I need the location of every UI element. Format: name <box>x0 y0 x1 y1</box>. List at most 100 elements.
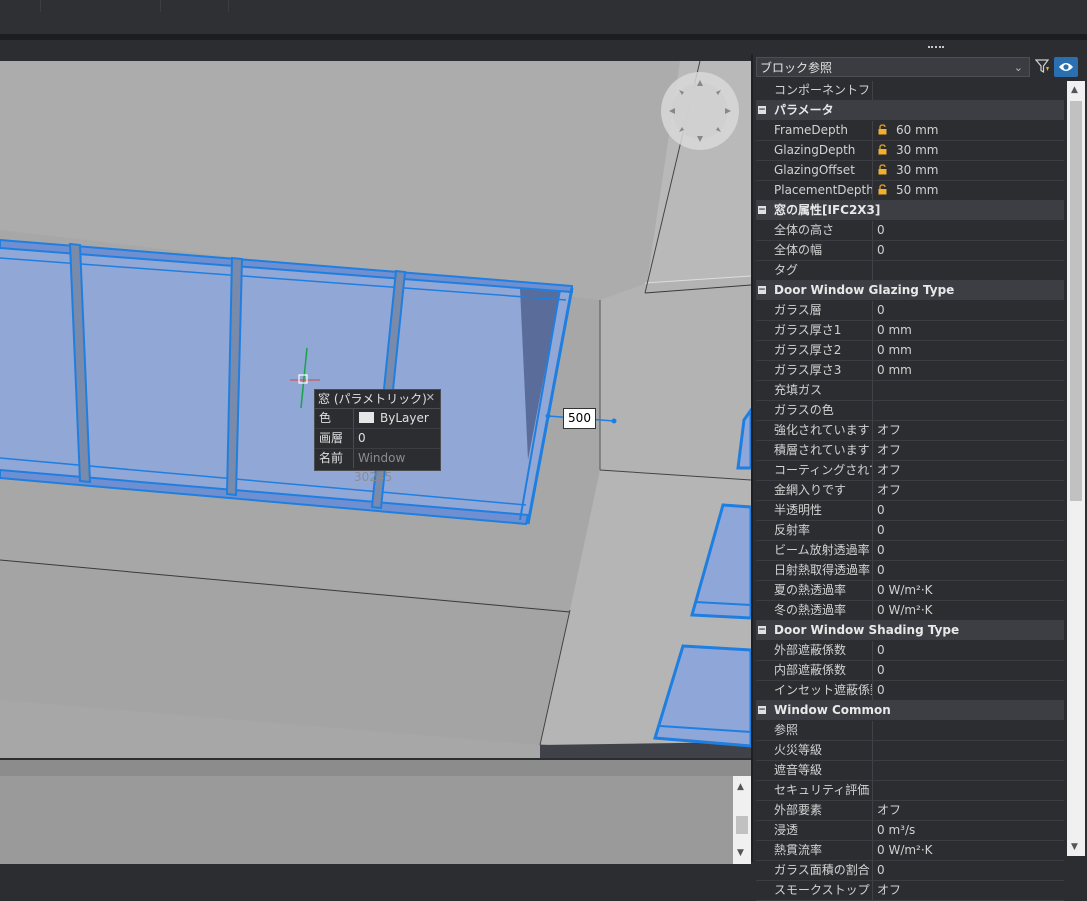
quad-value: 0 <box>358 431 366 445</box>
dimension-input[interactable]: 500 <box>563 408 596 429</box>
property-row: コーティングされていますオフ <box>756 461 1064 481</box>
console-history[interactable] <box>0 776 733 864</box>
property-value[interactable] <box>872 81 1069 100</box>
property-value[interactable]: オフ <box>872 421 1069 440</box>
ribbon-separator <box>40 0 41 12</box>
lock-icon[interactable] <box>877 164 888 175</box>
property-value[interactable] <box>872 761 1069 780</box>
scroll-down-icon[interactable]: ▼ <box>737 848 744 858</box>
property-value[interactable]: 0 <box>872 861 1069 880</box>
property-value[interactable]: 30 mm <box>872 141 1069 160</box>
quad-row: 名前 Window 30245 <box>315 449 440 484</box>
property-value-text: 0 W/m²·K <box>877 603 933 617</box>
lock-icon[interactable] <box>877 124 888 135</box>
property-row: 日射熱取得透過率 0 <box>756 561 1064 581</box>
property-value[interactable] <box>872 381 1069 400</box>
console-scrollbar[interactable]: ▲ ▼ <box>733 776 751 864</box>
property-value[interactable]: 0 <box>872 641 1069 660</box>
property-row: ガラス厚さ2 0 mm <box>756 341 1064 361</box>
property-value[interactable]: 0 mm <box>872 341 1069 360</box>
selection-dropdown[interactable]: ブロック参照 ⌄ <box>756 57 1030 77</box>
property-value[interactable]: 0 <box>872 521 1069 540</box>
close-icon[interactable]: ✕ <box>426 391 435 404</box>
properties-scrollbar[interactable]: ▲ ▼ <box>1067 81 1085 856</box>
property-value[interactable]: 0 <box>872 241 1069 260</box>
property-value[interactable]: オフ <box>872 441 1069 460</box>
property-value[interactable]: 0 <box>872 661 1069 680</box>
property-value-text: 0 m³/s <box>877 823 916 837</box>
property-name: FrameDepth <box>774 123 848 137</box>
property-value[interactable] <box>872 721 1069 740</box>
property-value[interactable]: オフ <box>872 481 1069 500</box>
property-value[interactable]: オフ <box>872 801 1069 820</box>
lock-icon[interactable] <box>877 184 888 195</box>
property-value[interactable]: 60 mm <box>872 121 1069 140</box>
property-row: GlazingOffset 30 mm <box>756 161 1064 181</box>
property-category[interactable]: − Door Window Shading Type <box>756 621 1064 641</box>
property-value[interactable]: 0 <box>872 681 1069 700</box>
property-value[interactable] <box>872 401 1069 420</box>
scrollbar-thumb[interactable] <box>736 816 748 834</box>
panel-grip-handle[interactable] <box>928 46 944 51</box>
property-value[interactable]: 0 mm <box>872 361 1069 380</box>
property-value[interactable]: オフ <box>872 881 1069 900</box>
collapse-icon[interactable]: − <box>758 286 766 295</box>
property-row: ガラス厚さ3 0 mm <box>756 361 1064 381</box>
quad-value-color[interactable]: ByLayer <box>353 409 429 428</box>
property-value[interactable]: 0 W/m²·K <box>872 841 1069 860</box>
property-value[interactable]: 30 mm <box>872 161 1069 180</box>
property-value[interactable]: 0 <box>872 541 1069 560</box>
property-name: ガラス厚さ3 <box>774 363 842 377</box>
property-name: 全体の高さ <box>774 223 835 237</box>
property-value[interactable] <box>872 741 1069 760</box>
property-value-text: 0 mm <box>877 363 912 377</box>
quad-properties-tooltip: 窓 (パラメトリック) ✕ 色 ByLayer 画層 0 名前 Window 3… <box>314 389 441 484</box>
property-value[interactable]: 0 <box>872 301 1069 320</box>
property-category[interactable]: − 窓の属性[IFC2X3] <box>756 201 1064 221</box>
collapse-icon[interactable]: − <box>758 706 766 715</box>
quad-value-name: Window 30245 <box>353 449 440 484</box>
property-value[interactable]: 0 W/m²·K <box>872 581 1069 600</box>
scroll-up-icon[interactable]: ▲ <box>737 782 744 792</box>
property-category[interactable]: − Window Common <box>756 701 1064 721</box>
property-value[interactable]: 0 <box>872 561 1069 580</box>
property-row: ガラス厚さ1 0 mm <box>756 321 1064 341</box>
scrollbar-thumb[interactable] <box>1070 101 1082 501</box>
property-name: 強化されています <box>774 423 870 437</box>
collapse-icon[interactable]: − <box>758 206 766 215</box>
property-row: ガラス層 0 <box>756 301 1064 321</box>
property-value[interactable]: 0 W/m²·K <box>872 601 1069 620</box>
scroll-up-icon[interactable]: ▲ <box>1071 85 1078 95</box>
property-row: 夏の熱透過率 0 W/m²·K <box>756 581 1064 601</box>
property-row: 充填ガス <box>756 381 1064 401</box>
property-name: 内部遮蔽係数 <box>774 663 847 677</box>
property-value-text: 0 <box>877 663 885 677</box>
property-value[interactable]: 0 mm <box>872 321 1069 340</box>
property-value[interactable]: オフ <box>872 461 1069 480</box>
quad-value-layer[interactable]: 0 <box>353 429 366 448</box>
property-value[interactable] <box>872 781 1069 800</box>
model-viewport[interactable]: 500 窓 (パラメトリック) ✕ 色 ByLayer 画層 0 名前 Wind… <box>0 61 751 758</box>
property-value-text: 0 <box>877 523 885 537</box>
property-name: 熱貫流率 <box>774 843 823 857</box>
property-value[interactable]: 50 mm <box>872 181 1069 200</box>
property-value[interactable]: 0 <box>872 221 1069 240</box>
property-category[interactable]: − Door Window Glazing Type <box>756 281 1064 301</box>
filter-icon[interactable] <box>1034 58 1052 76</box>
property-value-text: オフ <box>877 803 902 817</box>
eye-icon[interactable] <box>1054 57 1078 77</box>
lock-icon[interactable] <box>877 144 888 155</box>
property-value[interactable]: 0 <box>872 501 1069 520</box>
property-row: 強化されています オフ <box>756 421 1064 441</box>
collapse-icon[interactable]: − <box>758 626 766 635</box>
selection-dropdown-label: ブロック参照 <box>760 61 833 75</box>
command-console: ▲ ▼ <box>0 758 751 864</box>
property-category[interactable]: − パラメータ <box>756 101 1064 121</box>
property-value-text: 0 <box>877 303 885 317</box>
property-value[interactable]: 0 m³/s <box>872 821 1069 840</box>
property-value[interactable] <box>872 261 1069 280</box>
collapse-icon[interactable]: − <box>758 106 766 115</box>
property-name: GlazingOffset <box>774 163 855 177</box>
property-name: スモークストップ <box>774 883 870 897</box>
scroll-down-icon[interactable]: ▼ <box>1071 842 1078 852</box>
